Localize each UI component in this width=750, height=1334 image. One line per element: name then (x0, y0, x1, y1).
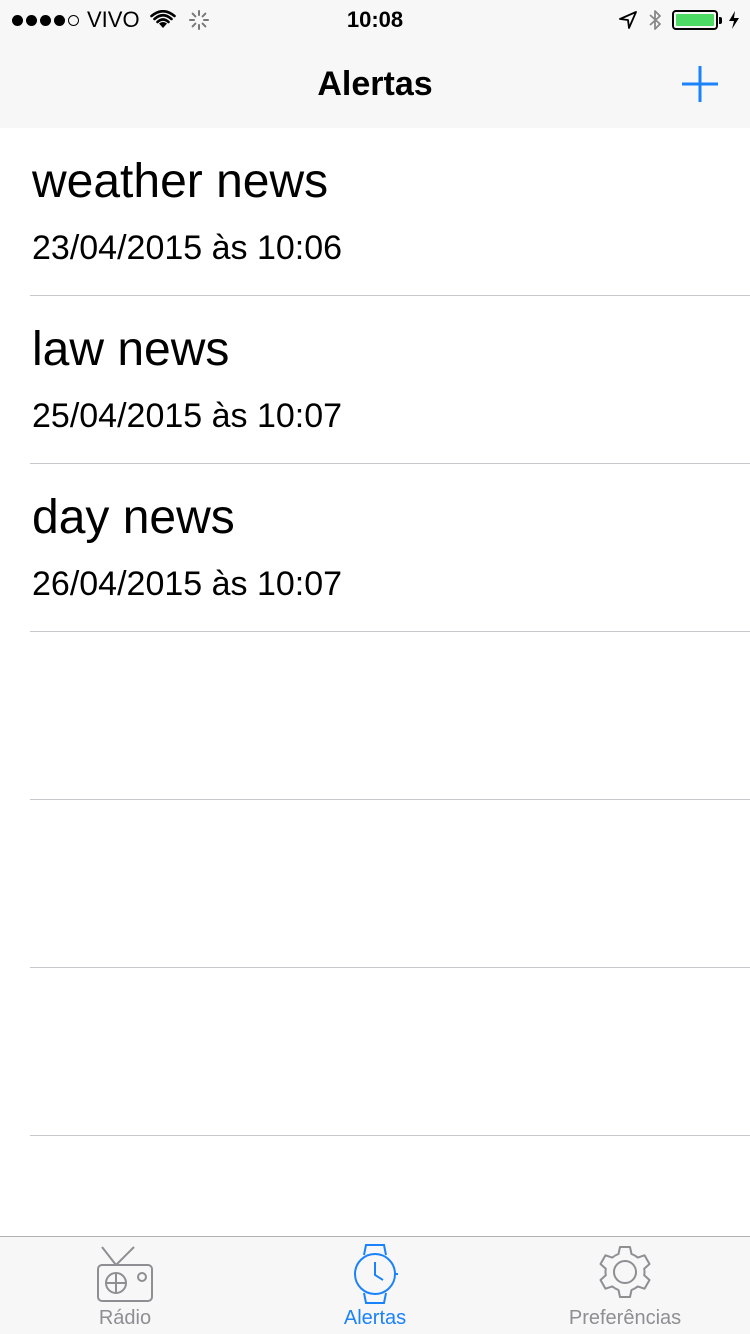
page-title: Alertas (317, 65, 433, 103)
tab-radio[interactable]: Rádio (0, 1237, 250, 1334)
battery-icon (672, 10, 722, 30)
tab-label: Alertas (343, 1307, 407, 1329)
alert-date: 26/04/2015 às 10:07 (32, 565, 343, 603)
gear-icon (599, 1246, 651, 1298)
tab-label: Preferências (568, 1307, 682, 1329)
alert-row[interactable]: law news 25/04/2015 às 10:07 (30, 296, 750, 464)
bluetooth-icon (649, 10, 661, 30)
charging-bolt-icon (729, 11, 739, 29)
empty-row (30, 800, 750, 968)
radio-icon (97, 1246, 153, 1302)
plus-icon (682, 66, 718, 102)
watch-icon (354, 1244, 398, 1304)
tab-alertas[interactable]: Alertas (250, 1237, 500, 1334)
location-arrow-icon (619, 11, 637, 29)
alert-row[interactable]: weather news 23/04/2015 às 10:06 (30, 128, 750, 296)
tab-label: Rádio (98, 1307, 152, 1329)
alert-title: weather news (32, 155, 329, 208)
navigation-bar: Alertas (0, 40, 750, 128)
alert-date: 25/04/2015 às 10:07 (32, 397, 343, 435)
alert-row[interactable]: day news 26/04/2015 às 10:07 (30, 464, 750, 632)
alert-title: day news (32, 491, 235, 544)
alert-date: 23/04/2015 às 10:06 (32, 229, 343, 267)
battery-fill (676, 14, 714, 26)
tab-bar: Rádio Alertas Preferências (0, 1236, 750, 1334)
empty-row (30, 632, 750, 800)
tab-preferencias[interactable]: Preferências (500, 1237, 750, 1334)
status-bar: VIVO 10:08 (0, 0, 750, 40)
alert-title: law news (32, 323, 230, 376)
status-right (618, 0, 740, 40)
empty-row (30, 968, 750, 1136)
add-alert-button[interactable] (678, 62, 722, 106)
alerts-list: weather news 23/04/2015 às 10:06 law new… (0, 128, 750, 1136)
